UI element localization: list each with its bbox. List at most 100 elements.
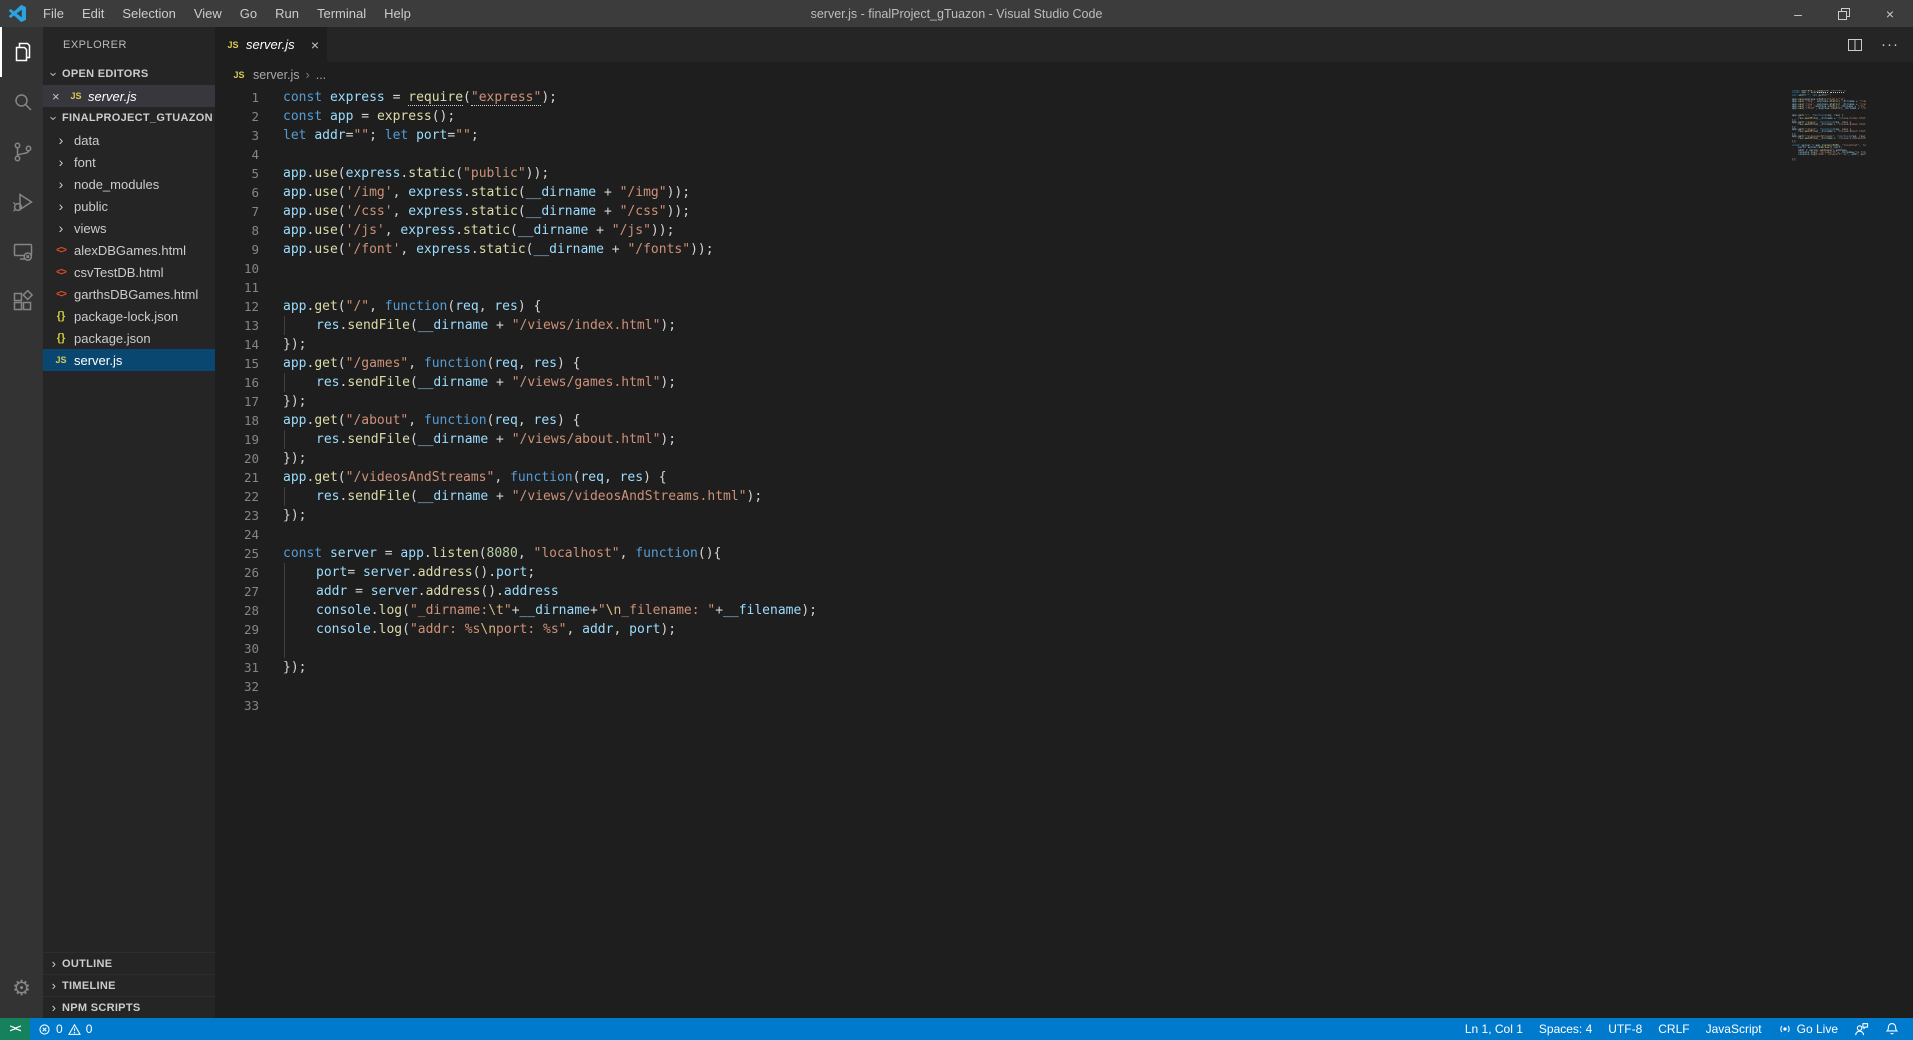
source-control-icon[interactable]	[0, 127, 43, 177]
split-editor-icon[interactable]	[1847, 37, 1863, 53]
breadcrumb[interactable]: JS server.js › ...	[215, 62, 1913, 88]
tree-item-package-lock-json[interactable]: {}package-lock.json	[43, 305, 215, 327]
menu-bar: FileEditSelectionViewGoRunTerminalHelp	[34, 0, 420, 27]
tab-close-icon[interactable]: ×	[311, 37, 319, 53]
code-line[interactable]: 3let addr=""; let port="";	[215, 126, 1793, 145]
breadcrumb-tail[interactable]: ...	[316, 68, 326, 82]
panel-timeline[interactable]: ›TIMELINE	[43, 974, 215, 996]
menu-view[interactable]: View	[185, 0, 231, 27]
minimap-line: res.sendFile(__dirname + "/views/games.h…	[1792, 124, 1866, 126]
remote-indicator[interactable]: ><	[0, 1018, 30, 1040]
code-lines[interactable]: 1const express = require("express");2con…	[215, 88, 1793, 715]
restore-button[interactable]	[1821, 0, 1867, 27]
tree-item-package-json[interactable]: {}package.json	[43, 327, 215, 349]
workspace-folder-header[interactable]: › FINALPROJECT_GTUAZON	[43, 107, 215, 129]
code-line[interactable]: 7app.use('/css', express.static(__dirnam…	[215, 202, 1793, 221]
menu-selection[interactable]: Selection	[113, 0, 184, 27]
status-utf-8[interactable]: UTF-8	[1600, 1018, 1650, 1040]
code-line[interactable]: 18app.get("/about", function(req, res) {	[215, 411, 1793, 430]
menu-edit[interactable]: Edit	[73, 0, 113, 27]
code-editor[interactable]: 1const express = require("express");2con…	[215, 88, 1913, 1018]
close-icon[interactable]: ×	[52, 89, 68, 104]
tree-item-node-modules[interactable]: ›node_modules	[43, 173, 215, 195]
code-line[interactable]: 5app.use(express.static("public"));	[215, 164, 1793, 183]
code-line[interactable]: 4	[215, 145, 1793, 164]
feedback-button[interactable]	[1846, 1018, 1877, 1040]
code-line[interactable]: 32	[215, 677, 1793, 696]
code-line[interactable]: 26port= server.address().port;	[215, 563, 1793, 582]
tab-bar: JS server.js × ···	[215, 27, 1913, 62]
code-line[interactable]: 28console.log("_dirname:\t"+__dirname+"\…	[215, 601, 1793, 620]
code-line[interactable]: 24	[215, 525, 1793, 544]
tree-item-public[interactable]: ›public	[43, 195, 215, 217]
open-editor-item-server-js[interactable]: × JS server.js	[43, 85, 215, 107]
minimap-line: app.use('/font', express.static(__dirnam…	[1792, 108, 1866, 110]
js-file-icon: JS	[53, 355, 69, 365]
code-line[interactable]: 6app.use('/img', express.static(__dirnam…	[215, 183, 1793, 202]
menu-run[interactable]: Run	[266, 0, 308, 27]
tree-item-font[interactable]: ›font	[43, 151, 215, 173]
code-line[interactable]: 27addr = server.address().address	[215, 582, 1793, 601]
panel-label: OUTLINE	[62, 958, 112, 970]
menu-go[interactable]: Go	[231, 0, 266, 27]
code-line[interactable]: 29console.log("addr: %s\nport: %s", addr…	[215, 620, 1793, 639]
close-button[interactable]: ×	[1867, 0, 1913, 27]
code-line[interactable]: 20});	[215, 449, 1793, 468]
open-editors-header[interactable]: › OPEN EDITORS	[43, 63, 215, 85]
code-line[interactable]: 31});	[215, 658, 1793, 677]
tab-server-js[interactable]: JS server.js ×	[215, 27, 327, 62]
menu-file[interactable]: File	[34, 0, 73, 27]
code-line[interactable]: 17});	[215, 392, 1793, 411]
code-line[interactable]: 33	[215, 696, 1793, 715]
tree-item-server-js[interactable]: JSserver.js	[43, 349, 215, 371]
code-line[interactable]: 15app.get("/games", function(req, res) {	[215, 354, 1793, 373]
status-spaces-4[interactable]: Spaces: 4	[1531, 1018, 1600, 1040]
code-line[interactable]: 13res.sendFile(__dirname + "/views/index…	[215, 316, 1793, 335]
code-line[interactable]: 9app.use('/font', express.static(__dirna…	[215, 240, 1793, 259]
code-line[interactable]: 10	[215, 259, 1793, 278]
json-file-icon: {}	[53, 310, 69, 322]
explorer-icon[interactable]	[0, 27, 43, 77]
explorer-title: EXPLORER	[43, 27, 215, 63]
status-javascript[interactable]: JavaScript	[1698, 1018, 1770, 1040]
extensions-icon[interactable]	[0, 277, 43, 327]
run-and-debug-icon[interactable]	[0, 177, 43, 227]
tree-item-csvtestdb-html[interactable]: <>csvTestDB.html	[43, 261, 215, 283]
code-line[interactable]: 8app.use('/js', express.static(__dirname…	[215, 221, 1793, 240]
tree-item-alexdbgames-html[interactable]: <>alexDBGames.html	[43, 239, 215, 261]
notifications-button[interactable]	[1877, 1018, 1907, 1040]
status-crlf[interactable]: CRLF	[1650, 1018, 1697, 1040]
panel-npm-scripts[interactable]: ›NPM SCRIPTS	[43, 996, 215, 1018]
code-line[interactable]: 16res.sendFile(__dirname + "/views/games…	[215, 373, 1793, 392]
code-line[interactable]: 11	[215, 278, 1793, 297]
code-line[interactable]: 2const app = express();	[215, 107, 1793, 126]
more-actions-icon[interactable]: ···	[1881, 36, 1899, 53]
panel-outline[interactable]: ›OUTLINE	[43, 952, 215, 974]
menu-help[interactable]: Help	[375, 0, 420, 27]
minimize-button[interactable]: –	[1775, 0, 1821, 27]
code-line[interactable]: 14});	[215, 335, 1793, 354]
tree-item-data[interactable]: ›data	[43, 129, 215, 151]
tree-item-label: node_modules	[74, 177, 159, 192]
tree-item-label: public	[74, 199, 108, 214]
minimap[interactable]: const express = require("express");const…	[1792, 90, 1866, 166]
code-line[interactable]: 12app.get("/", function(req, res) {	[215, 297, 1793, 316]
remote-explorer-icon[interactable]	[0, 227, 43, 277]
code-line[interactable]: 1const express = require("express");	[215, 88, 1793, 107]
tree-item-garthsdbgames-html[interactable]: <>garthsDBGames.html	[43, 283, 215, 305]
breadcrumb-file[interactable]: server.js	[253, 68, 300, 82]
go-live-button[interactable]: Go Live	[1770, 1018, 1846, 1040]
code-line[interactable]: 22res.sendFile(__dirname + "/views/video…	[215, 487, 1793, 506]
code-line[interactable]: 30	[215, 639, 1793, 658]
problems-indicator[interactable]: 0 0	[30, 1018, 100, 1040]
status-ln-1-col-1[interactable]: Ln 1, Col 1	[1457, 1018, 1531, 1040]
code-line[interactable]: 23});	[215, 506, 1793, 525]
settings-gear-icon[interactable]: ⚙	[0, 964, 43, 1012]
search-icon[interactable]	[0, 77, 43, 127]
feedback-person-icon	[1854, 1022, 1869, 1037]
tree-item-views[interactable]: ›views	[43, 217, 215, 239]
code-line[interactable]: 19res.sendFile(__dirname + "/views/about…	[215, 430, 1793, 449]
menu-terminal[interactable]: Terminal	[308, 0, 375, 27]
code-line[interactable]: 25const server = app.listen(8080, "local…	[215, 544, 1793, 563]
code-line[interactable]: 21app.get("/videosAndStreams", function(…	[215, 468, 1793, 487]
